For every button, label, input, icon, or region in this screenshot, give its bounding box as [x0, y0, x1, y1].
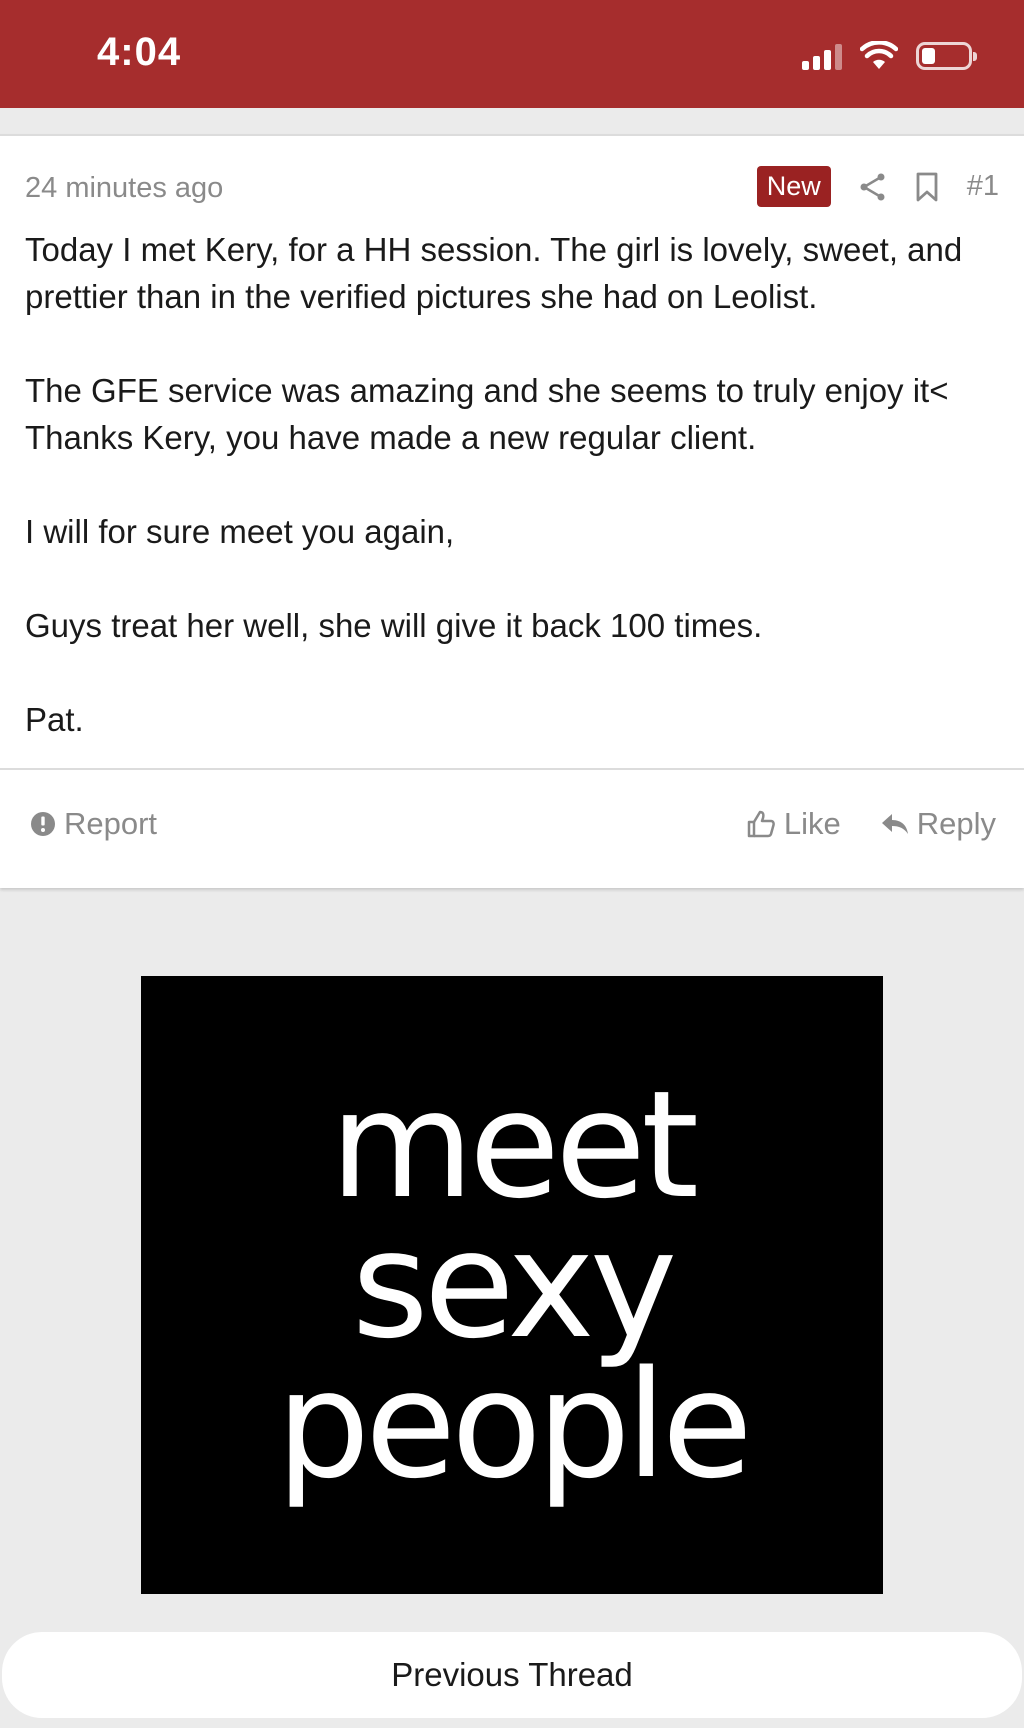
post-paragraph: Guys treat her well, she will give it ba…	[25, 607, 763, 644]
reply-icon	[881, 814, 908, 834]
reply-label: Reply	[916, 806, 996, 841]
post-paragraph: The GFE service was amazing and she seem…	[25, 372, 949, 456]
ad-text-line: meet	[329, 1059, 699, 1231]
status-time: 4:04	[97, 30, 182, 74]
like-label: Like	[783, 806, 841, 841]
post-timestamp: 24 minutes ago	[25, 172, 224, 204]
thumbs-up-icon	[747, 810, 775, 838]
post-body: Today I met Kery, for a HH session. The …	[25, 226, 1005, 790]
reply-button[interactable]: Reply	[881, 806, 996, 842]
ad-text-line: sexy	[351, 1199, 678, 1371]
status-icons	[802, 38, 977, 74]
signal-icon	[802, 42, 842, 70]
post-paragraph: Today I met Kery, for a HH session. The …	[25, 231, 963, 315]
post-number-link[interactable]: #1	[967, 170, 999, 203]
post-meta: 24 minutes ago New #1	[25, 166, 999, 210]
report-label: Report	[64, 806, 158, 841]
report-button[interactable]: Report	[30, 806, 157, 842]
bookmark-icon[interactable]	[915, 172, 939, 202]
post-paragraph: Pat.	[25, 701, 84, 738]
battery-icon	[916, 42, 977, 70]
post-paragraph: I will for sure meet you again,	[25, 513, 455, 550]
advertisement-banner[interactable]: meet sexy people	[141, 976, 883, 1594]
alert-icon	[31, 812, 55, 836]
post-card: 24 minutes ago New #1 Today I met Kery, …	[0, 134, 1024, 888]
new-badge: New	[756, 166, 831, 207]
like-button[interactable]: Like	[746, 806, 841, 842]
previous-thread-label: Previous Thread	[391, 1656, 633, 1693]
share-icon[interactable]	[859, 172, 887, 202]
wifi-icon	[860, 41, 898, 69]
status-bar: 4:04	[0, 0, 1024, 108]
ad-text-line: people	[276, 1339, 753, 1511]
previous-thread-button[interactable]: Previous Thread	[2, 1632, 1022, 1718]
post-actions: Report Like Reply	[0, 770, 1024, 888]
